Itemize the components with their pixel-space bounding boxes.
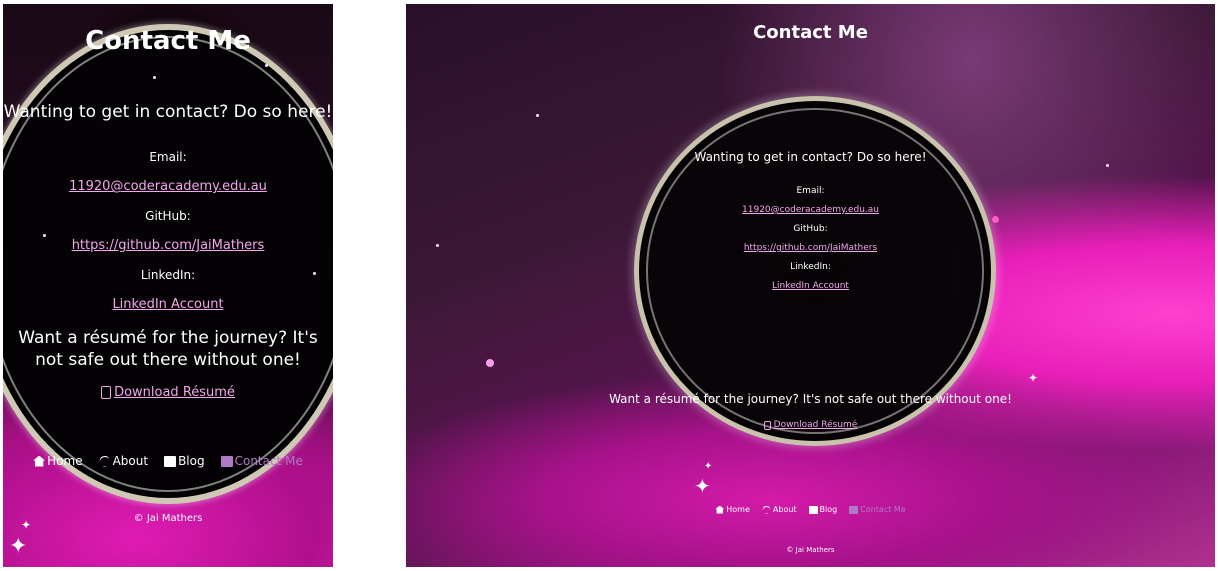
- footer-copyright: © Jai Mathers: [786, 546, 835, 554]
- contact-list: Email: 11920@coderacademy.edu.au GitHub:…: [3, 150, 333, 313]
- contact-lead: Wanting to get in contact? Do so here!: [3, 102, 333, 122]
- nav-contact-label: Contact Me: [860, 505, 906, 514]
- blog-icon: [808, 505, 818, 514]
- footer-nav: Home About Blog Contact Me: [3, 454, 333, 468]
- nav-blog-label: Blog: [178, 454, 205, 468]
- email-label: Email:: [796, 186, 825, 196]
- github-link[interactable]: https://github.com/JaiMathers: [3, 238, 333, 254]
- user-icon: [99, 455, 110, 467]
- resume-text: Want a résumé for the journey? It's not …: [18, 327, 318, 371]
- desktop-view: ✦ ✦ ✦ Contact Me Wanting to get in conta…: [406, 4, 1215, 567]
- contact-lead: Wanting to get in contact? Do so here!: [694, 150, 927, 164]
- nav-contact[interactable]: Contact Me: [849, 505, 906, 514]
- home-icon: [33, 455, 46, 467]
- email-link[interactable]: 11920@coderacademy.edu.au: [3, 179, 333, 195]
- home-icon: [715, 505, 725, 514]
- nav-about-label: About: [772, 505, 797, 514]
- document-icon: [101, 386, 112, 400]
- nav-about[interactable]: About: [762, 505, 797, 514]
- github-label: GitHub:: [793, 224, 828, 234]
- page-title: Contact Me: [85, 26, 251, 56]
- github-link[interactable]: https://github.com/JaiMathers: [406, 243, 1215, 253]
- contact-icon: [220, 455, 233, 467]
- email-label: Email:: [149, 150, 187, 164]
- footer-nav: Home About Blog Contact Me: [406, 505, 1215, 514]
- linkedin-link[interactable]: LinkedIn Account: [3, 297, 333, 313]
- mobile-view: ✦ ✦ Contact Me Wanting to get in contact…: [3, 4, 333, 567]
- document-icon: [763, 420, 771, 430]
- download-resume-label: Download Résumé: [773, 420, 858, 430]
- download-resume-link[interactable]: Download Résumé: [763, 420, 858, 430]
- github-label: GitHub:: [145, 208, 191, 223]
- user-icon: [762, 505, 770, 514]
- resume-download-row: Download Résumé: [406, 420, 1215, 433]
- download-resume-link[interactable]: Download Résumé: [101, 385, 235, 400]
- blog-icon: [164, 455, 177, 467]
- nav-contact-label: Contact Me: [234, 454, 303, 468]
- email-link[interactable]: 11920@coderacademy.edu.au: [406, 205, 1215, 215]
- contact-list: Email: 11920@coderacademy.edu.au GitHub:…: [406, 186, 1215, 300]
- nav-home-label: Home: [726, 505, 750, 514]
- nav-blog[interactable]: Blog: [808, 505, 838, 514]
- linkedin-label: LinkedIn:: [140, 267, 196, 282]
- nav-about-label: About: [112, 454, 149, 468]
- nav-contact[interactable]: Contact Me: [220, 454, 303, 468]
- nav-about[interactable]: About: [99, 454, 148, 468]
- nav-blog-label: Blog: [819, 505, 838, 514]
- footer-copyright: © Jai Mathers: [133, 513, 203, 524]
- page-title: Contact Me: [753, 22, 868, 43]
- nav-home[interactable]: Home: [33, 454, 83, 468]
- nav-home-label: Home: [47, 454, 83, 468]
- contact-icon: [849, 505, 859, 514]
- linkedin-label: LinkedIn:: [790, 262, 831, 272]
- linkedin-link[interactable]: LinkedIn Account: [406, 281, 1215, 291]
- download-resume-label: Download Résumé: [114, 385, 235, 401]
- nav-blog[interactable]: Blog: [164, 454, 205, 468]
- resume-text: Want a résumé for the journey? It's not …: [609, 392, 1012, 406]
- nav-home[interactable]: Home: [715, 505, 750, 514]
